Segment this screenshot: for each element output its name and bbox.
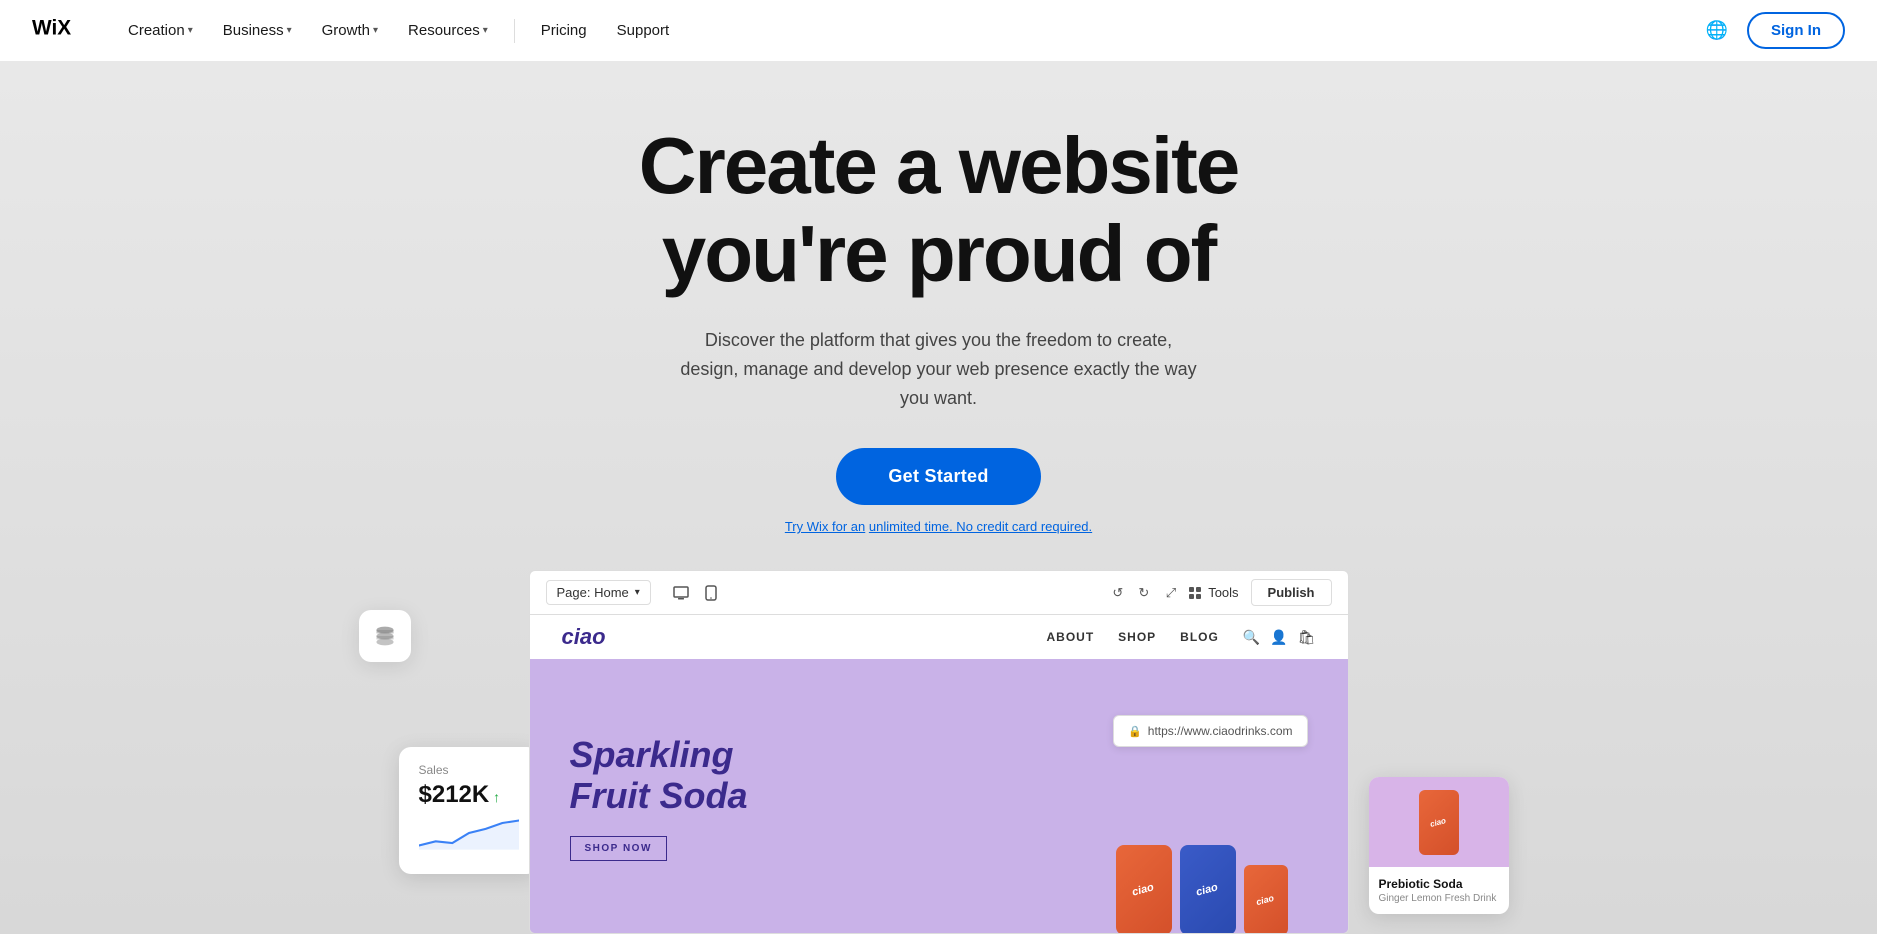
product-card-description: Ginger Lemon Fresh Drink bbox=[1379, 893, 1499, 904]
navbar-right: 🌐 Sign In bbox=[1703, 12, 1845, 49]
product-card-can-label: ciao bbox=[1430, 816, 1448, 829]
can-blue-label: ciao bbox=[1195, 882, 1219, 899]
product-card-info: Prebiotic Soda Ginger Lemon Fresh Drink bbox=[1369, 867, 1509, 914]
mockup-navbar: ciao ABOUT SHOP BLOG 🔍 👤 🛍 bbox=[530, 615, 1348, 659]
mockup-about-link[interactable]: ABOUT bbox=[1046, 630, 1094, 644]
nav-item-growth[interactable]: Growth ▾ bbox=[310, 14, 390, 47]
editor-canvas: ciao ABOUT SHOP BLOG 🔍 👤 🛍 Sparkling bbox=[529, 614, 1349, 934]
mockup-headline: Sparkling Fruit Soda bbox=[570, 734, 748, 817]
svg-text:WiX: WiX bbox=[32, 17, 71, 40]
search-icon[interactable]: 🔍 bbox=[1243, 629, 1260, 646]
hero-subtitle: Discover the platform that gives you the… bbox=[679, 326, 1199, 412]
can-small: ciao bbox=[1244, 865, 1288, 934]
database-widget bbox=[359, 610, 411, 662]
product-card-name: Prebiotic Soda bbox=[1379, 877, 1499, 891]
toolbar-right: ↺ ↻ ⤢ Tools Publish bbox=[1108, 579, 1332, 606]
nav-menu: Creation ▾ Business ▾ Growth ▾ Resources… bbox=[116, 14, 1703, 47]
mobile-view-icon[interactable] bbox=[701, 583, 721, 603]
redo-icon[interactable]: ↻ bbox=[1134, 583, 1154, 603]
lock-icon: 🔒 bbox=[1128, 725, 1142, 738]
sales-amount: $212K ↑ bbox=[419, 781, 519, 809]
tools-menu[interactable]: Tools bbox=[1188, 585, 1238, 600]
nav-item-business[interactable]: Business ▾ bbox=[211, 14, 304, 47]
wix-logo[interactable]: WiX bbox=[32, 14, 84, 47]
page-selector[interactable]: Page: Home ▾ bbox=[546, 580, 651, 605]
mockup-site-logo: ciao bbox=[562, 624, 606, 650]
view-icons bbox=[671, 583, 721, 603]
nav-divider bbox=[514, 19, 515, 43]
signin-button[interactable]: Sign In bbox=[1747, 12, 1845, 49]
chevron-down-icon: ▾ bbox=[635, 587, 640, 598]
nav-item-resources[interactable]: Resources ▾ bbox=[396, 14, 500, 47]
chevron-down-icon: ▾ bbox=[373, 25, 378, 36]
sales-widget: Sales $212K ↑ bbox=[399, 747, 539, 874]
mockup-nav-icons: 🔍 👤 🛍 bbox=[1243, 629, 1316, 646]
product-card-can: ciao bbox=[1419, 790, 1459, 855]
editor-toolbar: Page: Home ▾ ↺ ↻ ⤢ T bbox=[529, 570, 1349, 614]
undo-icon[interactable]: ↺ bbox=[1108, 583, 1128, 603]
mockup-cans: ciao ciao ciao bbox=[1116, 845, 1288, 934]
hero-section: Create a website you're proud of Discove… bbox=[0, 62, 1877, 934]
hero-title: Create a website you're proud of bbox=[639, 122, 1238, 298]
desktop-view-icon[interactable] bbox=[671, 583, 691, 603]
user-icon[interactable]: 👤 bbox=[1270, 629, 1287, 646]
editor-preview: Sales $212K ↑ Page: Home ▾ bbox=[529, 570, 1349, 934]
can-small-label: ciao bbox=[1255, 893, 1275, 907]
sales-label: Sales bbox=[419, 763, 519, 777]
mockup-hero: Sparkling Fruit Soda SHOP NOW ciao ciao bbox=[530, 659, 1348, 934]
sales-trend-icon: ↑ bbox=[489, 789, 500, 805]
undo-redo-group: ↺ ↻ bbox=[1108, 583, 1154, 603]
chevron-down-icon: ▾ bbox=[287, 25, 292, 36]
unlimited-time-link[interactable]: unlimited time bbox=[869, 519, 949, 534]
can-blue: ciao bbox=[1180, 845, 1236, 934]
chevron-down-icon: ▾ bbox=[188, 25, 193, 36]
expand-icon[interactable]: ⤢ bbox=[1166, 585, 1176, 601]
get-started-button[interactable]: Get Started bbox=[836, 448, 1040, 505]
mockup-shop-now-button[interactable]: SHOP NOW bbox=[570, 836, 667, 861]
publish-button[interactable]: Publish bbox=[1251, 579, 1332, 606]
can-orange: ciao bbox=[1116, 845, 1172, 934]
chevron-down-icon: ▾ bbox=[483, 25, 488, 36]
mockup-hero-content: Sparkling Fruit Soda SHOP NOW bbox=[570, 734, 748, 862]
sales-chart bbox=[419, 813, 519, 853]
navbar: WiX Creation ▾ Business ▾ Growth ▾ Resou… bbox=[0, 0, 1877, 62]
cart-icon[interactable]: 🛍 bbox=[1298, 629, 1316, 646]
nav-item-support[interactable]: Support bbox=[605, 14, 682, 47]
mockup-nav-links: ABOUT SHOP BLOG bbox=[1046, 630, 1218, 644]
free-trial-text: Try Wix for an unlimited time. No credit… bbox=[785, 519, 1092, 534]
url-tooltip: 🔒 https://www.ciaodrinks.com bbox=[1113, 715, 1307, 747]
nav-item-pricing[interactable]: Pricing bbox=[529, 14, 599, 47]
mockup-shop-link[interactable]: SHOP bbox=[1118, 630, 1156, 644]
product-card: ciao Prebiotic Soda Ginger Lemon Fresh D… bbox=[1369, 777, 1509, 914]
nav-item-creation[interactable]: Creation ▾ bbox=[116, 14, 205, 47]
globe-icon[interactable]: 🌐 bbox=[1703, 17, 1731, 45]
product-card-image: ciao bbox=[1369, 777, 1509, 867]
mockup-blog-link[interactable]: BLOG bbox=[1180, 630, 1219, 644]
can-orange-label: ciao bbox=[1131, 882, 1155, 899]
